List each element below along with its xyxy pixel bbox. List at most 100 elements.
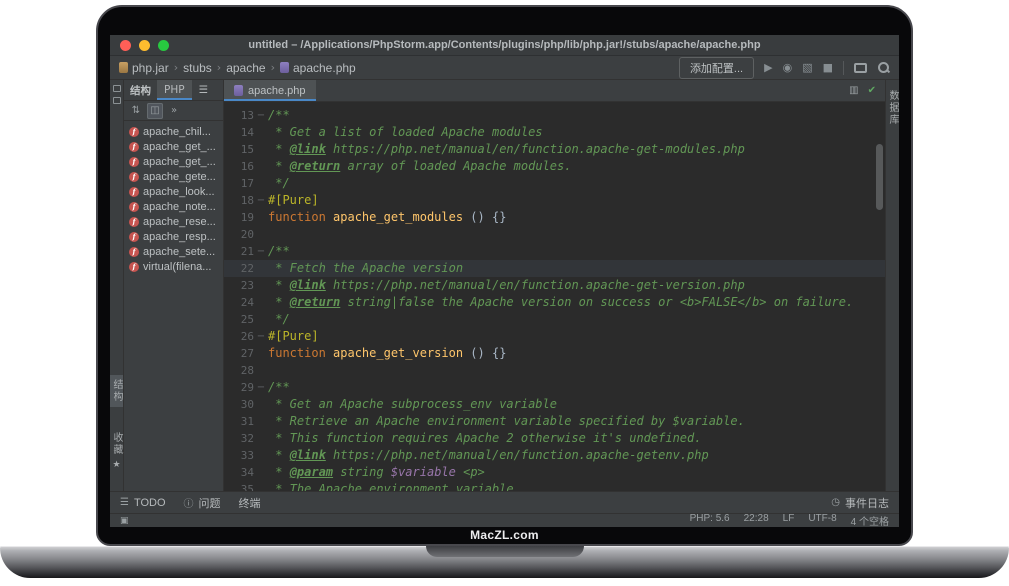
- code-line[interactable]: 19function apache_get_modules () {}: [224, 209, 885, 226]
- line-number[interactable]: 35: [224, 481, 254, 491]
- status-caret-position[interactable]: 22:28: [744, 513, 769, 527]
- line-number[interactable]: 32: [224, 430, 254, 447]
- status-line-separator[interactable]: LF: [783, 513, 795, 527]
- structure-item[interactable]: fapache_look...: [124, 184, 223, 199]
- structure-tab-logical-view[interactable]: ☰: [192, 80, 215, 100]
- code-line[interactable]: 24 * @return string|false the Apache ver…: [224, 294, 885, 311]
- line-number[interactable]: 21: [224, 243, 254, 260]
- code-line[interactable]: 17 */: [224, 175, 885, 192]
- event-log-button[interactable]: ◷ 事件日志: [831, 495, 889, 511]
- inspections-ok-icon[interactable]: ✔: [868, 85, 876, 96]
- line-number[interactable]: 24: [224, 294, 254, 311]
- structure-item[interactable]: fapache_get_...: [124, 139, 223, 154]
- structure-item[interactable]: fapache_sete...: [124, 244, 223, 259]
- line-number[interactable]: 23: [224, 277, 254, 294]
- line-number[interactable]: 17: [224, 175, 254, 192]
- structure-item[interactable]: fapache_chil...: [124, 124, 223, 139]
- code-line[interactable]: 15 * @link https://php.net/manual/en/fun…: [224, 141, 885, 158]
- code-line[interactable]: 27function apache_get_version () {}: [224, 345, 885, 362]
- code-line[interactable]: 26−#[Pure]: [224, 328, 885, 345]
- code-line[interactable]: 16 * @return array of loaded Apache modu…: [224, 158, 885, 175]
- code-line[interactable]: 35 * The Apache environment variable: [224, 481, 885, 491]
- toolwindow-toggle-icon[interactable]: ▣: [120, 516, 129, 526]
- line-number[interactable]: 25: [224, 311, 254, 328]
- structure-item[interactable]: fapache_gete...: [124, 169, 223, 184]
- structure-item[interactable]: fapache_rese...: [124, 214, 223, 229]
- line-number[interactable]: 15: [224, 141, 254, 158]
- code-line[interactable]: 32 * This function requires Apache 2 oth…: [224, 430, 885, 447]
- line-number[interactable]: 14: [224, 124, 254, 141]
- fold-marker[interactable]: −: [254, 107, 268, 124]
- add-configuration-button[interactable]: 添加配置...: [679, 57, 754, 79]
- code-line[interactable]: 33 * @link https://php.net/manual/en/fun…: [224, 447, 885, 464]
- structure-item[interactable]: fapache_get_...: [124, 154, 223, 169]
- code-line[interactable]: 30 * Get an Apache subprocess_env variab…: [224, 396, 885, 413]
- line-number[interactable]: 33: [224, 447, 254, 464]
- code-line[interactable]: 22 * Fetch the Apache version: [224, 260, 885, 277]
- code-line[interactable]: 18−#[Pure]: [224, 192, 885, 209]
- line-number[interactable]: 28: [224, 362, 254, 379]
- line-number[interactable]: 13: [224, 107, 254, 124]
- toolwindow-button-favorites[interactable]: 收藏★: [110, 428, 123, 474]
- structure-item[interactable]: fapache_note...: [124, 199, 223, 214]
- status-indent[interactable]: 4 个空格: [851, 513, 889, 527]
- toolwindow-terminal[interactable]: 终端: [239, 495, 261, 511]
- search-everywhere-icon[interactable]: [877, 61, 890, 74]
- fold-marker[interactable]: −: [254, 192, 268, 209]
- more-options-icon[interactable]: »: [166, 103, 182, 119]
- line-number[interactable]: 18: [224, 192, 254, 209]
- code-line[interactable]: 25 */: [224, 311, 885, 328]
- breadcrumb-item[interactable]: php.jar: [119, 61, 169, 75]
- toolwindow-button-database[interactable]: 数据库: [886, 86, 899, 130]
- fold-marker[interactable]: −: [254, 328, 268, 345]
- code-line[interactable]: 13−/**: [224, 107, 885, 124]
- filter-visibility-icon[interactable]: ◫: [147, 103, 163, 119]
- code-line[interactable]: 34 * @param string $variable <p>: [224, 464, 885, 481]
- code-line[interactable]: 14 * Get a list of loaded Apache modules: [224, 124, 885, 141]
- close-button[interactable]: [120, 40, 131, 51]
- editor-scrollbar[interactable]: [876, 144, 883, 210]
- line-number[interactable]: 26: [224, 328, 254, 345]
- fold-marker[interactable]: −: [254, 379, 268, 396]
- status-php-version[interactable]: PHP: 5.6: [690, 513, 730, 527]
- status-encoding[interactable]: UTF-8: [808, 513, 836, 527]
- coverage-icon[interactable]: ▧: [802, 62, 812, 73]
- project-icon[interactable]: [113, 85, 121, 92]
- breadcrumb-item[interactable]: stubs: [183, 61, 212, 75]
- debug-icon[interactable]: ◉: [783, 62, 793, 73]
- line-number[interactable]: 22: [224, 260, 254, 277]
- sort-alphabetically-icon[interactable]: ⇅: [128, 103, 144, 119]
- line-number[interactable]: 30: [224, 396, 254, 413]
- tab-apache-php[interactable]: apache.php: [224, 80, 316, 101]
- line-number[interactable]: 27: [224, 345, 254, 362]
- zoom-button[interactable]: [158, 40, 169, 51]
- line-number[interactable]: 20: [224, 226, 254, 243]
- toolwindow-problems[interactable]: ⓘ问题: [184, 495, 221, 511]
- breadcrumb-item[interactable]: apache: [226, 61, 265, 75]
- code-line[interactable]: 29−/**: [224, 379, 885, 396]
- code-line[interactable]: 31 * Retrieve an Apache environment vari…: [224, 413, 885, 430]
- structure-tab-php[interactable]: PHP: [157, 80, 192, 100]
- line-number[interactable]: 19: [224, 209, 254, 226]
- line-number[interactable]: 16: [224, 158, 254, 175]
- reader-mode-icon[interactable]: ▥: [849, 85, 858, 96]
- toolwindow-button-structure[interactable]: 结构: [110, 375, 123, 407]
- run-icon[interactable]: ▶: [764, 62, 772, 73]
- commander-icon[interactable]: [113, 97, 121, 104]
- fold-marker[interactable]: −: [254, 243, 268, 260]
- code-line[interactable]: 28: [224, 362, 885, 379]
- line-number[interactable]: 31: [224, 413, 254, 430]
- line-number[interactable]: 34: [224, 464, 254, 481]
- structure-item[interactable]: fapache_resp...: [124, 229, 223, 244]
- minimize-button[interactable]: [139, 40, 150, 51]
- code-line[interactable]: 21−/**: [224, 243, 885, 260]
- structure-item[interactable]: fvirtual(filena...: [124, 259, 223, 274]
- breadcrumb-item[interactable]: apache.php: [280, 61, 356, 75]
- code-line[interactable]: 20: [224, 226, 885, 243]
- toolwindow-todo[interactable]: ☰TODO: [120, 497, 166, 509]
- code-line[interactable]: 23 * @link https://php.net/manual/en/fun…: [224, 277, 885, 294]
- code-editor[interactable]: 13−/**14 * Get a list of loaded Apache m…: [224, 102, 885, 491]
- stop-icon[interactable]: ■: [823, 62, 833, 73]
- toolwindow-layout-icon[interactable]: [854, 63, 867, 73]
- line-number[interactable]: 29: [224, 379, 254, 396]
